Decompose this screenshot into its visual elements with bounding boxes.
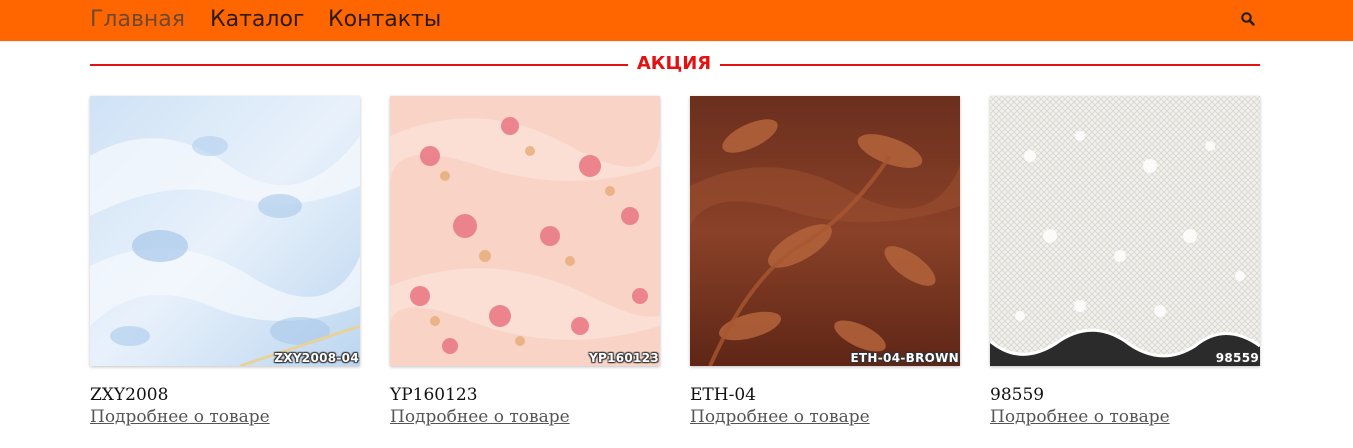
product-details-link[interactable]: Подробнее о товаре	[90, 406, 270, 428]
product-details-link[interactable]: Подробнее о товаре	[390, 406, 570, 428]
product-name: YP160123	[390, 385, 478, 405]
search-icon[interactable]	[1240, 11, 1256, 27]
product-card: ETH-04-BROWN ETH-04 Подробнее о товаре	[690, 96, 960, 427]
section-divider-right	[720, 64, 1260, 66]
product-name: 98559	[990, 385, 1045, 405]
product-details-link[interactable]: Подробнее о товаре	[690, 406, 870, 428]
product-image[interactable]: ZXY2008-04	[90, 96, 360, 366]
section-divider-left	[90, 64, 628, 66]
product-name: ETH-04	[690, 385, 756, 405]
product-card: YP160123 YP160123 Подробнее о товаре	[390, 96, 660, 427]
product-image[interactable]: 98559	[990, 96, 1260, 366]
top-navbar: Главная Каталог Контакты	[0, 0, 1353, 42]
product-image[interactable]: ETH-04-BROWN	[690, 96, 960, 366]
product-details-link[interactable]: Подробнее о товаре	[990, 406, 1170, 428]
product-card: 98559 98559 Подробнее о товаре	[990, 96, 1260, 427]
promo-section-header: АКЦИЯ	[90, 52, 1260, 76]
product-name: ZXY2008	[90, 385, 169, 405]
image-sku-label: YP160123	[589, 351, 659, 365]
product-image[interactable]: YP160123	[390, 96, 660, 366]
image-sku-label: ETH-04-BROWN	[850, 351, 959, 365]
nav-item-catalog[interactable]: Каталог	[210, 7, 304, 33]
section-title: АКЦИЯ	[636, 53, 712, 74]
product-card: ZXY2008-04 ZXY2008 Подробнее о товаре	[90, 96, 360, 427]
nav-item-home[interactable]: Главная	[90, 7, 185, 33]
image-sku-label: ZXY2008-04	[274, 351, 359, 365]
nav-item-contacts[interactable]: Контакты	[328, 7, 441, 33]
image-sku-label: 98559	[1215, 351, 1259, 365]
